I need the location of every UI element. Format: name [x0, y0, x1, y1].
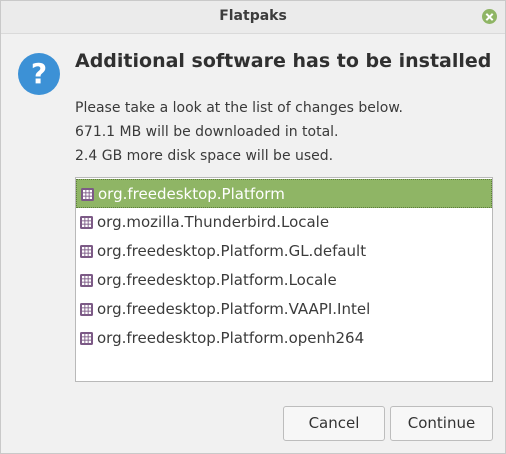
cancel-button[interactable]: Cancel — [283, 406, 385, 441]
package-icon — [80, 332, 93, 345]
package-icon — [80, 216, 93, 229]
window-title: Flatpaks — [219, 8, 287, 24]
package-name: org.freedesktop.Platform.GL.default — [97, 242, 367, 260]
continue-button[interactable]: Continue — [390, 406, 493, 441]
package-list-item[interactable]: org.freedesktop.Platform.VAAPI.Intel — [76, 295, 492, 324]
package-icon — [80, 303, 93, 316]
titlebar: Flatpaks — [1, 1, 505, 34]
package-list-item[interactable]: org.freedesktop.Platform — [76, 179, 492, 208]
package-icon — [80, 245, 93, 258]
package-name: org.freedesktop.Platform — [98, 185, 285, 203]
close-icon[interactable] — [482, 9, 497, 24]
message-line-1: Please take a look at the list of change… — [75, 100, 403, 116]
package-list-item[interactable]: org.freedesktop.Platform.Locale — [76, 266, 492, 295]
package-list-item[interactable]: org.freedesktop.Platform.GL.default — [76, 237, 492, 266]
message-line-2: 671.1 MB will be downloaded in total. — [75, 124, 339, 140]
package-name: org.freedesktop.Platform.VAAPI.Intel — [97, 300, 371, 318]
package-name: org.mozilla.Thunderbird.Locale — [97, 213, 330, 231]
package-list-item[interactable]: org.mozilla.Thunderbird.Locale — [76, 208, 492, 237]
package-name: org.freedesktop.Platform.openh264 — [97, 329, 365, 347]
package-list[interactable]: org.freedesktop.Platform org.mozilla.Thun… — [75, 177, 493, 382]
dialog-heading: Additional software has to be installed — [75, 50, 492, 72]
question-icon: ? — [18, 53, 60, 95]
package-icon — [80, 274, 93, 287]
message-line-3: 2.4 GB more disk space will be used. — [75, 148, 334, 164]
package-name: org.freedesktop.Platform.Locale — [97, 271, 337, 289]
package-list-item[interactable]: org.freedesktop.Platform.openh264 — [76, 324, 492, 353]
package-icon — [81, 188, 94, 201]
flatpaks-dialog: Flatpaks ? Additional software has to be… — [0, 0, 506, 454]
